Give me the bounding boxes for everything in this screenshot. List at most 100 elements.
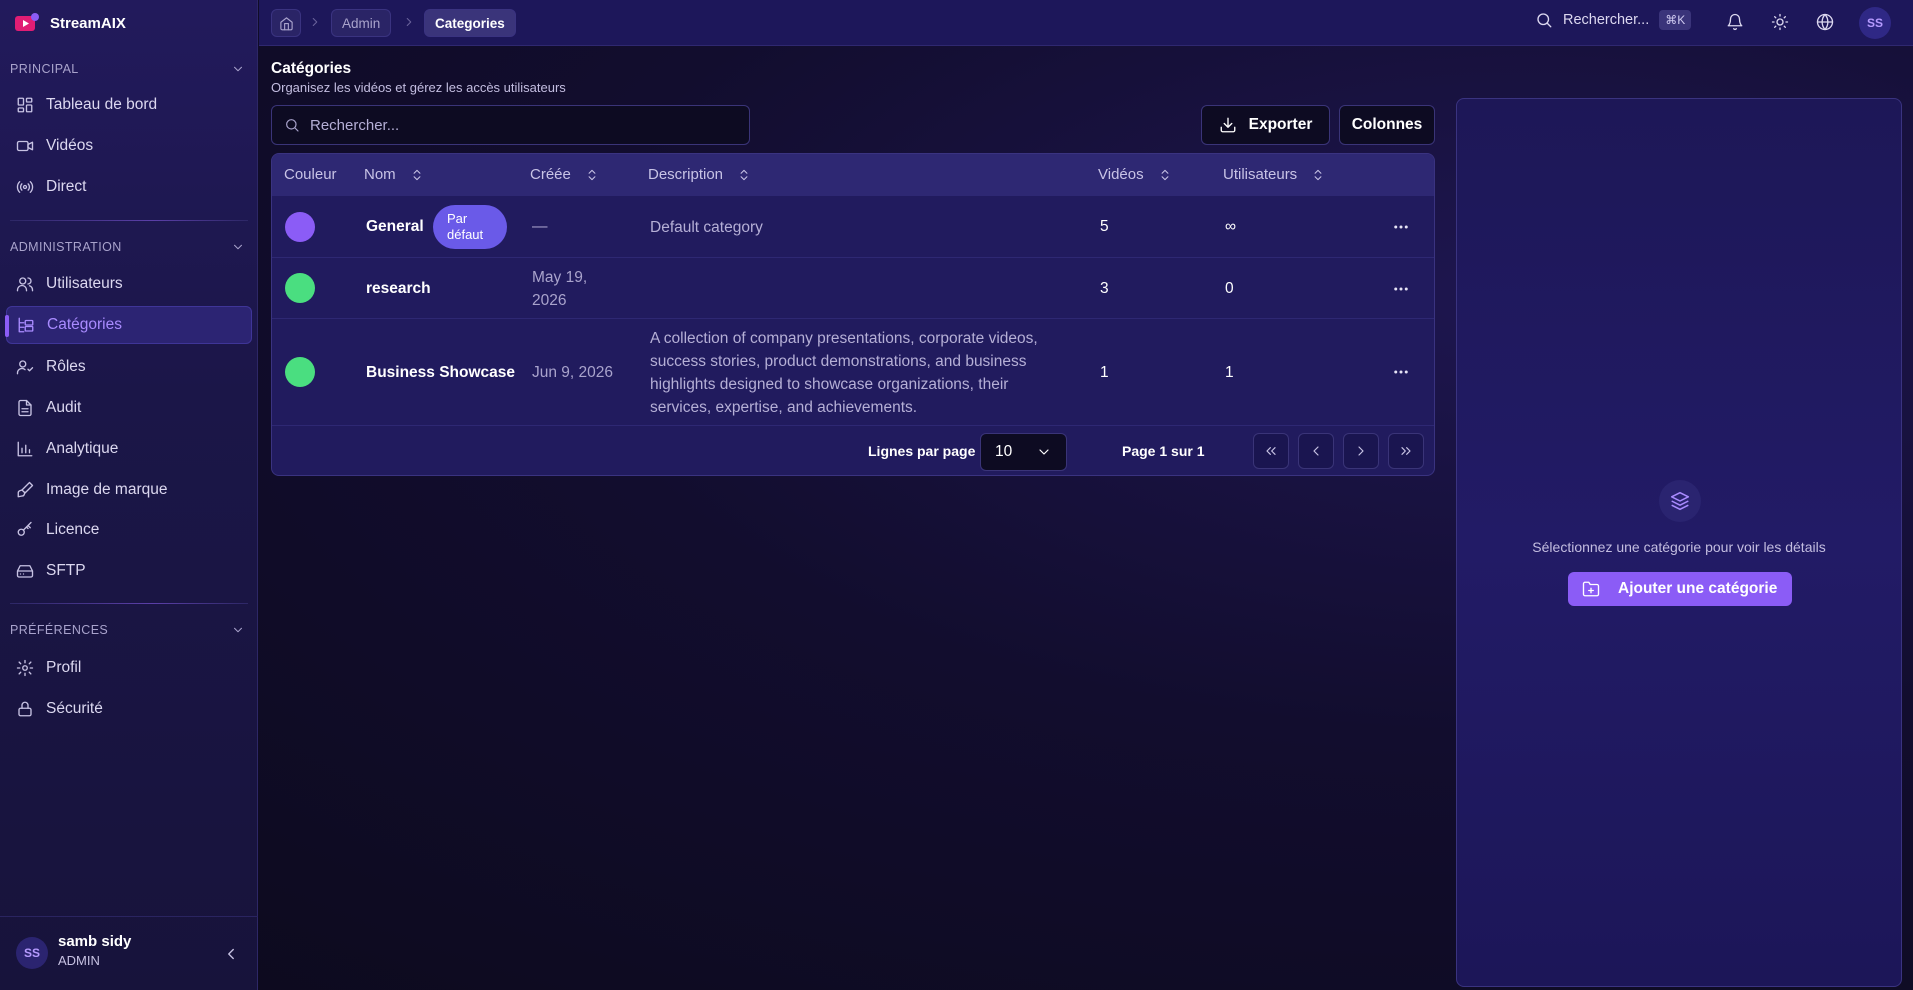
sidebar-item-label: Image de marque (46, 481, 168, 498)
user-menu[interactable]: SS samb sidy ADMIN (0, 916, 258, 990)
sun-icon[interactable] (1771, 13, 1789, 31)
sidebar-item-sftp[interactable]: SFTP (6, 552, 252, 590)
sidebar-item-license[interactable]: Licence (6, 511, 252, 549)
category-created: Jun 9, 2026 (532, 364, 614, 381)
add-category-button[interactable]: Ajouter une catégorie (1568, 572, 1792, 606)
avatar[interactable]: SS (1859, 7, 1891, 39)
folder-plus-icon (1582, 580, 1600, 598)
top-bar: Admin Categories Rechercher... ⌘K SS (259, 0, 1913, 46)
category-detail-panel: Sélectionnez une catégorie pour voir les… (1456, 98, 1902, 987)
section-administration-header[interactable]: ADMINISTRATION (10, 237, 245, 257)
sidebar-item-dashboard[interactable]: Tableau de bord (6, 86, 252, 124)
chevron-right-icon (402, 15, 416, 29)
category-description: Default category (650, 219, 763, 236)
sidebar-item-label: Profil (46, 659, 82, 676)
sidebar-item-roles[interactable]: Rôles (6, 348, 252, 386)
more-actions-icon[interactable] (1392, 363, 1410, 381)
sidebar-item-label: SFTP (46, 562, 86, 579)
category-videos-count: 5 (1100, 218, 1109, 235)
column-header-name[interactable]: Nom (364, 166, 424, 183)
table-row[interactable]: Business Showcase Jun 9, 2026 A collecti… (272, 318, 1434, 425)
broadcast-icon (16, 178, 34, 196)
column-header-videos[interactable]: Vidéos (1098, 166, 1172, 183)
bell-icon[interactable] (1726, 13, 1744, 31)
section-preferences-header[interactable]: PRÉFÉRENCES (10, 620, 245, 640)
app-name: StreamAIX (50, 14, 126, 32)
sidebar-item-label: Analytique (46, 440, 119, 457)
sidebar-item-direct[interactable]: Direct (6, 168, 252, 206)
users-icon (16, 275, 34, 293)
user-role: ADMIN (58, 953, 100, 968)
chevron-left-icon (1308, 443, 1324, 459)
drive-icon (16, 562, 34, 580)
chevrons-right-icon (1398, 443, 1414, 459)
global-search[interactable]: Rechercher... ⌘K (1535, 10, 1692, 30)
column-header-description[interactable]: Description (648, 166, 751, 183)
category-videos-count: 3 (1100, 280, 1109, 297)
roles-icon (16, 358, 34, 376)
first-page-button[interactable] (1253, 433, 1289, 469)
sidebar-divider (10, 220, 248, 221)
sidebar-item-audit[interactable]: Audit (6, 389, 252, 427)
sidebar-item-users[interactable]: Utilisateurs (6, 265, 252, 303)
globe-icon[interactable] (1816, 13, 1834, 31)
key-icon (16, 521, 34, 539)
table-pagination: Lignes par page 10 Page 1 sur 1 (272, 425, 1434, 475)
chevron-left-icon[interactable] (222, 945, 240, 963)
sidebar-item-label: Audit (46, 399, 82, 416)
export-label: Exporter (1248, 116, 1313, 133)
shortcut-badge: ⌘K (1659, 10, 1692, 30)
chevrons-left-icon (1263, 443, 1279, 459)
breadcrumb-home[interactable] (271, 9, 301, 37)
breadcrumb-categories[interactable]: Categories (424, 9, 516, 37)
column-header-users[interactable]: Utilisateurs (1223, 166, 1325, 183)
export-button[interactable]: Exporter (1201, 105, 1330, 145)
sidebar-item-label: Direct (46, 178, 87, 195)
sidebar-item-analytics[interactable]: Analytique (6, 430, 252, 468)
chevron-right-icon (308, 15, 322, 29)
chevron-down-icon (231, 623, 245, 637)
columns-button[interactable]: Colonnes (1339, 105, 1435, 145)
chevron-down-icon (231, 62, 245, 76)
chart-icon (16, 440, 34, 458)
last-page-button[interactable] (1388, 433, 1424, 469)
audit-icon (16, 399, 34, 417)
search-input[interactable] (310, 116, 730, 134)
categories-icon (17, 316, 35, 334)
search-icon (284, 117, 300, 133)
search-field[interactable] (271, 105, 750, 145)
more-actions-icon[interactable] (1392, 280, 1410, 298)
sidebar-item-videos[interactable]: Vidéos (6, 127, 252, 165)
breadcrumb-admin[interactable]: Admin (331, 9, 392, 37)
category-videos-count: 1 (1100, 364, 1109, 381)
sort-icon (737, 168, 751, 182)
sidebar-item-security[interactable]: Sécurité (6, 690, 252, 728)
more-actions-icon[interactable] (1392, 218, 1410, 236)
categories-table: Couleur Nom Créée Description Vidéos Uti… (271, 153, 1435, 476)
sidebar-item-categories[interactable]: Catégories (5, 306, 252, 344)
sidebar-item-branding[interactable]: Image de marque (6, 471, 252, 509)
category-users-count: ∞ (1225, 218, 1237, 235)
sidebar-item-label: Sécurité (46, 700, 103, 717)
sidebar-item-label: Vidéos (46, 137, 94, 154)
section-principal-header[interactable]: PRINCIPAL (10, 59, 245, 79)
category-name: research (366, 280, 431, 297)
rows-per-page-select[interactable]: 10 (980, 433, 1067, 471)
brand[interactable]: StreamAIX (14, 12, 126, 34)
lock-icon (16, 700, 34, 718)
category-color-swatch (285, 212, 315, 242)
global-search-label: Rechercher... (1563, 12, 1650, 28)
column-header-created[interactable]: Créée (530, 166, 599, 183)
sidebar-item-profile[interactable]: Profil (6, 649, 252, 687)
streamaix-logo-icon (14, 12, 40, 34)
page-info: Page 1 sur 1 (1122, 443, 1205, 459)
section-title: PRÉFÉRENCES (10, 623, 109, 637)
table-row[interactable]: research May 19, 2026 3 0 (272, 257, 1434, 318)
sidebar: StreamAIX PRINCIPAL Tableau de bord Vidé… (0, 0, 258, 990)
table-row[interactable]: General Par défaut — Default category 5 ∞ (272, 195, 1434, 257)
previous-page-button[interactable] (1298, 433, 1334, 469)
chevron-down-icon (231, 240, 245, 254)
category-name: Business Showcase (366, 364, 516, 381)
next-page-button[interactable] (1343, 433, 1379, 469)
category-created: — (532, 218, 548, 235)
